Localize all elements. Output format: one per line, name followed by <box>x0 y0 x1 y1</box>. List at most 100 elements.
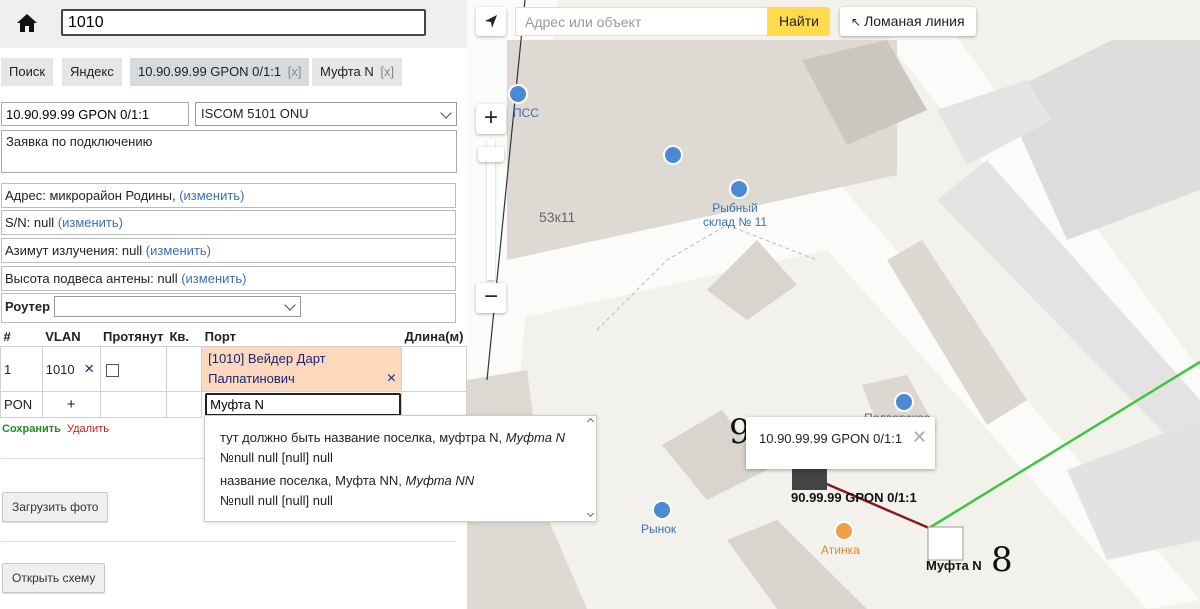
request-textarea[interactable]: Заявка по подключению <box>1 130 457 173</box>
column-header: Длина(м) <box>404 329 464 344</box>
sn-label: S/N: null <box>5 215 55 230</box>
port-search-input[interactable] <box>205 393 402 417</box>
map-search-input[interactable]: Адрес или объект <box>515 7 769 36</box>
button-label: Ломаная линия <box>864 13 965 29</box>
router-label: Роутер <box>5 299 51 314</box>
tab-close-button[interactable]: [x] <box>288 64 302 79</box>
remove-vlan-icon[interactable]: × <box>84 359 94 378</box>
tab-label: Яндекс <box>70 64 114 79</box>
tab-label: Муфта N <box>320 64 374 79</box>
shop-icon[interactable] <box>729 179 749 199</box>
change-sn-link[interactable]: (изменить) <box>58 215 123 230</box>
address-row: Адрес: микрорайон Родины, (изменить) <box>1 183 456 208</box>
close-icon[interactable]: ✕ <box>912 427 927 448</box>
chevron-down-icon <box>284 299 296 311</box>
column-header: # <box>3 329 11 344</box>
device-name-field[interactable] <box>1 102 189 126</box>
upload-photo-button[interactable]: Загрузить фото <box>2 492 109 522</box>
stretched-checkbox[interactable] <box>105 363 119 377</box>
shop-label: ПСС <box>513 106 539 120</box>
suggestion-line: тут должно быть название поселка, муфтра… <box>220 428 565 448</box>
locate-icon[interactable] <box>476 7 506 36</box>
zoom-slider-handle[interactable] <box>478 147 504 162</box>
chevron-down-icon <box>440 107 452 119</box>
port-cell: [1010] Вейдер Дарт Палпатинович × <box>201 346 403 392</box>
restaurant-icon[interactable] <box>834 521 854 541</box>
ports-table: # VLAN Протянут Кв. Порт Длина(м) 1 1010… <box>0 327 467 418</box>
router-row: Роутер <box>1 293 456 323</box>
button-label: Найти <box>779 13 819 29</box>
shop-icon[interactable] <box>508 84 528 104</box>
device-model-value: ISCOM 5101 ONU <box>201 106 309 121</box>
suggestion-text: название поселка, Муфта NN, <box>220 473 406 488</box>
port-input-cell <box>202 392 402 418</box>
suggestion-subline: №null null [null] null <box>220 450 333 465</box>
column-header: Порт <box>204 329 237 344</box>
azimuth-row: Азимут излучения: null (изменить) <box>1 238 456 263</box>
home-icon[interactable] <box>14 11 40 35</box>
sn-row: S/N: null (изменить) <box>1 210 456 235</box>
poi-label: Атинка <box>821 543 860 557</box>
open-scheme-button[interactable]: Открыть схему <box>2 563 106 593</box>
shop-icon[interactable] <box>652 500 672 520</box>
object-label[interactable]: 90.99.99 GPON 0/1:1 <box>791 490 917 505</box>
popup-text: 10.90.99.99 GPON 0/1:1 <box>759 431 903 446</box>
tab-yandex[interactable]: Яндекс <box>62 58 122 86</box>
apt-cell <box>165 391 203 418</box>
top-bar <box>0 0 467 48</box>
onu-object-icon[interactable] <box>792 468 827 490</box>
button-label: Открыть схему <box>12 571 96 585</box>
scroll-up-icon[interactable] <box>586 417 595 426</box>
poi-label: Рынок <box>641 522 677 536</box>
column-header: VLAN <box>45 329 81 344</box>
address-label: Адрес: микрорайон Родины, <box>5 188 176 203</box>
stretched-cell <box>99 391 167 418</box>
tab-search[interactable]: Поиск <box>1 58 54 86</box>
building-number: 53к11 <box>539 209 576 225</box>
map-search-placeholder: Адрес или объект <box>525 14 642 30</box>
tab-close-button[interactable]: [x] <box>380 64 394 79</box>
remove-port-icon[interactable]: × <box>387 369 396 389</box>
find-button[interactable]: Найти <box>767 7 830 36</box>
suggestion-line: название поселка, Муфта NN, Муфта NN <box>220 471 474 491</box>
column-header: Протянут <box>103 329 164 344</box>
divider <box>1 541 456 542</box>
search-input[interactable] <box>61 9 426 36</box>
height-row: Высота подвеса антены: null (изменить) <box>1 266 456 291</box>
tab-mufta[interactable]: Муфта N [x] <box>312 58 403 86</box>
change-azimuth-link[interactable]: (изменить) <box>146 243 211 258</box>
row-actions: Сохранить Удалить <box>2 423 109 435</box>
add-vlan-button[interactable]: + <box>41 391 101 418</box>
apt-cell <box>165 346 203 392</box>
shop-icon[interactable] <box>894 392 914 412</box>
suggestion-item[interactable]: тут должно быть название поселка, муфтра… <box>220 428 565 468</box>
suggestion-text: тут должно быть название поселка, муфтра… <box>220 430 506 445</box>
change-address-link[interactable]: (изменить) <box>179 188 244 203</box>
row-number: 1 <box>0 346 43 392</box>
shop-icon[interactable] <box>663 145 683 165</box>
save-link[interactable]: Сохранить <box>2 423 61 435</box>
tab-label: Поиск <box>9 64 46 79</box>
object-popup: 10.90.99.99 GPON 0/1:1 ✕ <box>746 417 935 469</box>
suggestion-item[interactable]: название поселка, Муфта NN, Муфта NN №nu… <box>220 471 474 511</box>
zoom-out-button[interactable]: − <box>476 283 506 313</box>
suggestion-name: Муфта N <box>505 430 565 445</box>
length-cell <box>401 391 467 418</box>
mufta-object-icon[interactable] <box>927 526 964 561</box>
scroll-down-icon[interactable] <box>586 509 595 518</box>
button-label: Загрузить фото <box>12 500 99 514</box>
object-label[interactable]: Муфта N <box>926 558 982 573</box>
polyline-button[interactable]: ↖ Ломаная линия <box>840 7 976 36</box>
request-text: Заявка по подключению <box>6 134 153 149</box>
polyline-icon: ↖ <box>851 15 862 29</box>
device-model-select[interactable]: ISCOM 5101 ONU <box>195 102 457 126</box>
zoom-in-button[interactable]: + <box>476 104 506 134</box>
tab-device[interactable]: 10.90.99.99 GPON 0/1:1 [x] <box>130 58 310 86</box>
router-select[interactable] <box>54 296 301 317</box>
port-name[interactable]: [1010] Вейдер Дарт Палпатинович <box>208 351 326 386</box>
change-height-link[interactable]: (изменить) <box>181 271 246 286</box>
stretched-cell <box>99 346 167 392</box>
table-row: PON + <box>0 391 467 418</box>
delete-link[interactable]: Удалить <box>67 423 109 435</box>
table-row: 1 1010 × [1010] Вейдер Дарт Палпатинович… <box>0 346 467 392</box>
